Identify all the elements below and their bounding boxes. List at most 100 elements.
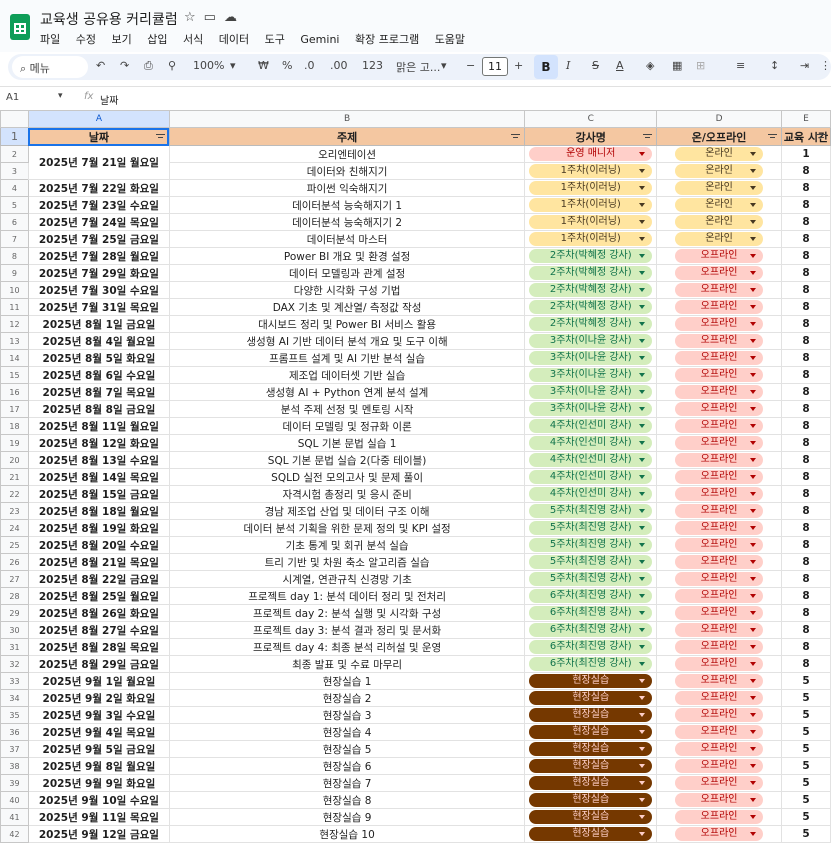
row-number[interactable]: 2 [0, 145, 29, 163]
instructor-cell[interactable]: 5주차(최진영 강사) [524, 519, 658, 537]
date-cell[interactable]: 2025년 9월 1일 월요일 [27, 672, 170, 690]
topic-cell[interactable]: 트리 기반 및 차원 축소 알고리즘 실습 [168, 553, 526, 571]
mode-chip-dropdown[interactable]: 오프라인 [675, 504, 763, 518]
mode-cell[interactable]: 오프라인 [656, 655, 782, 673]
instructor-cell[interactable]: 4주차(인선미 강사) [524, 468, 658, 486]
mode-chip-dropdown[interactable]: 오프라인 [675, 453, 763, 467]
date-cell[interactable]: 2025년 8월 25일 월요일 [27, 587, 170, 605]
zoom-select[interactable]: 100% [193, 59, 224, 72]
hours-cell[interactable]: 8 [780, 553, 831, 571]
topic-cell[interactable]: 생성형 AI 기반 데이터 분석 개요 및 도구 이해 [168, 332, 526, 350]
mode-cell[interactable]: 오프라인 [656, 587, 782, 605]
date-cell[interactable]: 2025년 8월 15일 금요일 [27, 485, 170, 503]
instructor-cell[interactable]: 현장실습 [524, 774, 658, 792]
topic-cell[interactable]: 생성형 AI + Python 연계 분석 설계 [168, 383, 526, 401]
mode-chip-dropdown[interactable]: 오프라인 [675, 249, 763, 263]
hours-cell[interactable]: 8 [780, 213, 831, 231]
date-cell[interactable]: 2025년 9월 12일 금요일 [27, 825, 170, 843]
date-cell[interactable]: 2025년 8월 19일 화요일 [27, 519, 170, 537]
menu-edit[interactable]: 수정 [76, 33, 96, 46]
hours-cell[interactable]: 5 [780, 706, 831, 724]
row-number[interactable]: 5 [0, 196, 29, 214]
strikethrough-button[interactable]: S [592, 59, 599, 72]
hours-cell[interactable]: 8 [780, 179, 831, 197]
instructor-chip-dropdown[interactable]: 현장실습 [529, 674, 653, 688]
date-cell[interactable]: 2025년 9월 5일 금요일 [27, 740, 170, 758]
column-header-b[interactable]: B [168, 110, 526, 128]
mode-cell[interactable]: 오프라인 [656, 553, 782, 571]
font-size-input[interactable]: 11 [482, 57, 508, 76]
mode-cell[interactable]: 오프라인 [656, 485, 782, 503]
mode-cell[interactable]: 오프라인 [656, 434, 782, 452]
hours-cell[interactable]: 5 [780, 723, 831, 741]
date-cell[interactable]: 2025년 8월 29일 금요일 [27, 655, 170, 673]
mode-cell[interactable]: 오프라인 [656, 706, 782, 724]
topic-cell[interactable]: 프로젝트 day 2: 분석 실행 및 시각화 구성 [168, 604, 526, 622]
name-box-chevron-down-icon[interactable]: ▾ [58, 91, 63, 101]
menu-search[interactable]: ⌕ 메뉴 [12, 56, 88, 78]
topic-cell[interactable]: SQL 기본 문법 실습 2(다중 테이블) [168, 451, 526, 469]
paint-format-icon[interactable]: ⚲ [168, 59, 176, 72]
increase-decimal-button[interactable]: .00 [330, 59, 348, 72]
date-cell[interactable]: 2025년 8월 27일 수요일 [27, 621, 170, 639]
fill-color-icon[interactable]: ◈ [646, 59, 654, 72]
row-number[interactable]: 19 [0, 434, 29, 452]
date-cell[interactable]: 2025년 8월 28일 목요일 [27, 638, 170, 656]
instructor-cell[interactable]: 5주차(최진영 강사) [524, 553, 658, 571]
topic-cell[interactable]: Power BI 개요 및 환경 설정 [168, 247, 526, 265]
menu-view[interactable]: 보기 [112, 33, 132, 46]
horizontal-align-icon[interactable]: ≡ [736, 59, 745, 72]
date-cell[interactable]: 2025년 7월 28일 월요일 [27, 247, 170, 265]
mode-chip-dropdown[interactable]: 오프라인 [675, 606, 763, 620]
topic-cell[interactable]: 데이터분석 능숙해지기 2 [168, 213, 526, 231]
hours-cell[interactable]: 8 [780, 536, 831, 554]
instructor-chip-dropdown[interactable]: 현장실습 [529, 759, 653, 773]
font-size-increase-button[interactable]: + [514, 59, 523, 72]
topic-cell[interactable]: 데이터분석 마스터 [168, 230, 526, 248]
instructor-cell[interactable]: 5주차(최진영 강사) [524, 536, 658, 554]
row-number[interactable]: 40 [0, 791, 29, 809]
hours-cell[interactable]: 5 [780, 808, 831, 826]
text-color-button[interactable]: A [616, 59, 624, 72]
row-number[interactable]: 25 [0, 536, 29, 554]
instructor-cell[interactable]: 현장실습 [524, 740, 658, 758]
instructor-cell[interactable]: 6주차(최진영 강사) [524, 655, 658, 673]
row-number[interactable]: 32 [0, 655, 29, 673]
row-number[interactable]: 20 [0, 451, 29, 469]
mode-chip-dropdown[interactable]: 오프라인 [675, 266, 763, 280]
mode-cell[interactable]: 온라인 [656, 162, 782, 180]
topic-cell[interactable]: 대시보드 정리 및 Power BI 서비스 활용 [168, 315, 526, 333]
instructor-chip-dropdown[interactable]: 운영 매니저 [529, 147, 653, 161]
mode-chip-dropdown[interactable]: 오프라인 [675, 436, 763, 450]
print-icon[interactable]: ⎙ [144, 59, 153, 73]
mode-cell[interactable]: 오프라인 [656, 468, 782, 486]
row-number[interactable]: 28 [0, 587, 29, 605]
instructor-chip-dropdown[interactable]: 2주차(박혜정 강사) [529, 266, 653, 280]
merge-cells-icon[interactable]: ⊞ [696, 59, 705, 72]
star-icon[interactable]: ☆ [184, 10, 204, 25]
menu-format[interactable]: 서식 [183, 33, 203, 46]
row-number[interactable]: 1 [0, 127, 29, 146]
mode-chip-dropdown[interactable]: 온라인 [675, 147, 763, 161]
hours-cell[interactable]: 8 [780, 298, 831, 316]
hours-cell[interactable]: 8 [780, 417, 831, 435]
instructor-cell[interactable]: 6주차(최진영 강사) [524, 604, 658, 622]
instructor-cell[interactable]: 2주차(박혜정 강사) [524, 315, 658, 333]
mode-cell[interactable]: 오프라인 [656, 519, 782, 537]
instructor-cell[interactable]: 3주차(이나윤 강사) [524, 349, 658, 367]
mode-cell[interactable]: 오프라인 [656, 332, 782, 350]
hours-cell[interactable]: 8 [780, 366, 831, 384]
instructor-chip-dropdown[interactable]: 3주차(이나윤 강사) [529, 334, 653, 348]
mode-cell[interactable]: 오프라인 [656, 247, 782, 265]
font-size-decrease-button[interactable]: − [466, 59, 475, 72]
mode-cell[interactable]: 오프라인 [656, 400, 782, 418]
instructor-cell[interactable]: 2주차(박혜정 강사) [524, 264, 658, 282]
mode-chip-dropdown[interactable]: 오프라인 [675, 691, 763, 705]
topic-cell[interactable]: 현장실습 9 [168, 808, 526, 826]
hours-cell[interactable]: 8 [780, 196, 831, 214]
instructor-chip-dropdown[interactable]: 5주차(최진영 강사) [529, 521, 653, 535]
topic-cell[interactable]: 데이터분석 능숙해지기 1 [168, 196, 526, 214]
date-cell[interactable]: 2025년 8월 26일 화요일 [27, 604, 170, 622]
hours-cell[interactable]: 8 [780, 655, 831, 673]
row-number[interactable]: 37 [0, 740, 29, 758]
